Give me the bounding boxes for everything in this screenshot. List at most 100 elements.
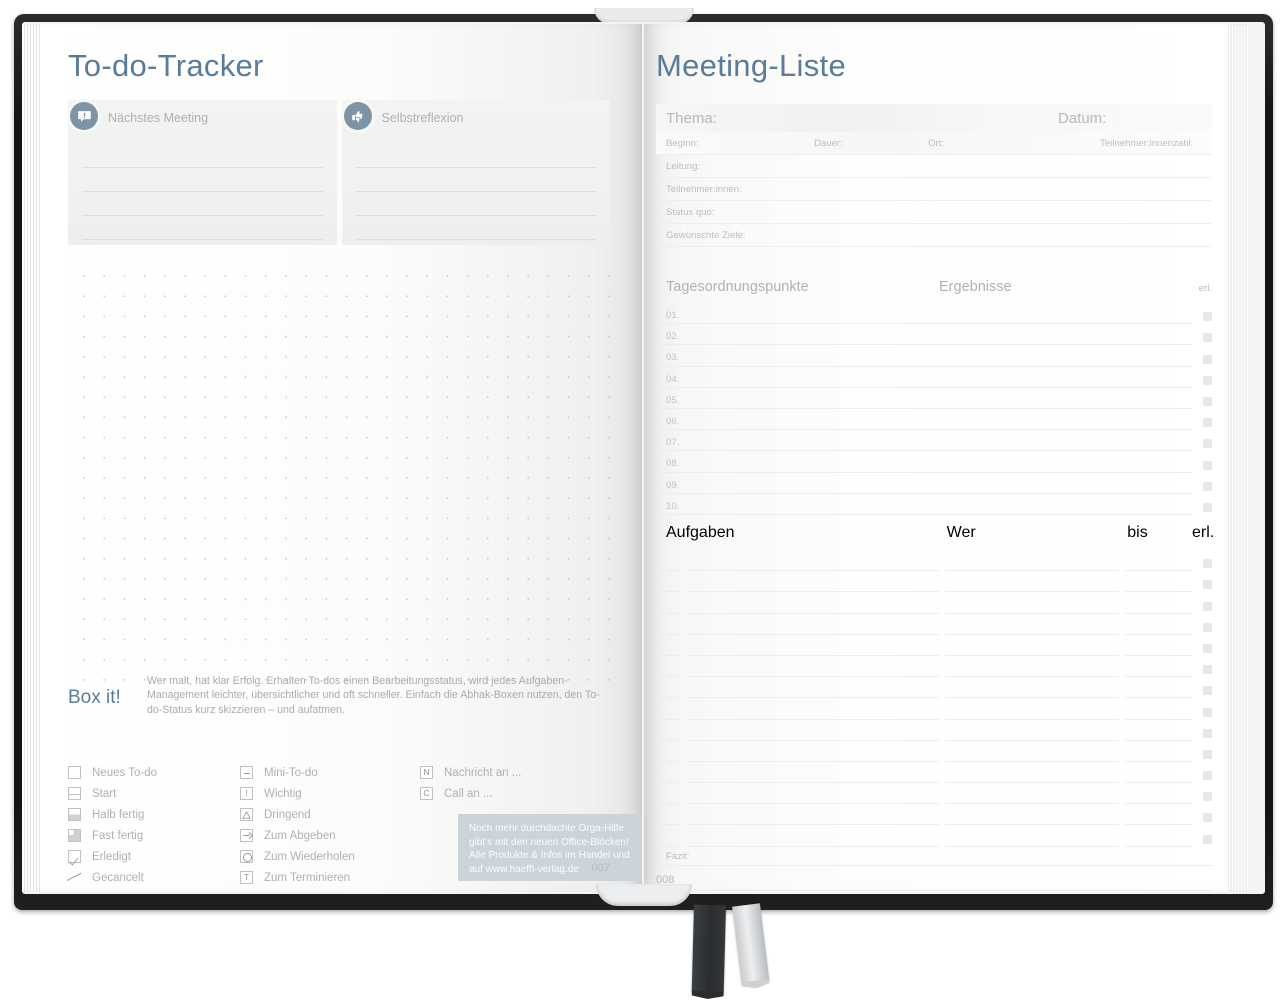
write-line[interactable] — [82, 216, 323, 240]
task-row-until[interactable] — [1124, 550, 1193, 572]
agenda-row[interactable]: 06. — [656, 409, 1212, 431]
bookmark-ribbon-dark[interactable] — [691, 904, 726, 994]
agenda-row-result[interactable] — [934, 388, 1192, 409]
task-row-until[interactable] — [1124, 656, 1193, 678]
task-row-until[interactable] — [1124, 741, 1193, 762]
note-box-self-reflection[interactable]: Selbstreflexion — [341, 100, 610, 245]
task-row-done-checkbox[interactable] — [1192, 592, 1212, 613]
meta-row-teilnehmer[interactable]: Teilnehmer:innen: — [656, 178, 1212, 201]
task-row-who[interactable] — [944, 698, 1119, 720]
agenda-row-result[interactable] — [934, 473, 1192, 494]
agenda-row-done-checkbox[interactable] — [1192, 451, 1212, 472]
task-row-done-checkbox[interactable] — [1192, 656, 1212, 677]
write-line[interactable] — [355, 144, 596, 168]
task-row[interactable] — [656, 571, 1212, 593]
task-row-task[interactable] — [687, 635, 939, 656]
task-row-until[interactable] — [1124, 804, 1193, 826]
write-line[interactable] — [82, 192, 323, 216]
task-row[interactable] — [656, 677, 1212, 699]
task-row-done-checkbox[interactable] — [1192, 762, 1212, 783]
task-row-done-checkbox[interactable] — [1192, 677, 1212, 698]
task-row-task[interactable] — [687, 804, 939, 826]
agenda-row-result[interactable] — [934, 451, 1192, 473]
agenda-row-result[interactable] — [934, 430, 1192, 452]
meta-row-thema-datum[interactable]: Thema: Datum: — [656, 104, 1212, 132]
task-row[interactable] — [656, 762, 1212, 784]
task-row[interactable] — [656, 741, 1212, 762]
task-row-until[interactable] — [1124, 592, 1193, 614]
agenda-row-done-checkbox[interactable] — [1192, 409, 1212, 430]
bookmark-ribbon-silver[interactable] — [732, 903, 770, 985]
meta-row-status-quo[interactable]: Status quo: — [656, 201, 1212, 224]
agenda-row-done-checkbox[interactable] — [1192, 473, 1212, 494]
task-row-who[interactable] — [944, 550, 1119, 572]
task-row-who[interactable] — [944, 741, 1119, 762]
task-row-who[interactable] — [944, 571, 1119, 593]
note-box-next-meeting[interactable]: Nächstes Meeting — [68, 100, 337, 245]
agenda-row-result[interactable] — [934, 324, 1192, 346]
task-row-task[interactable] — [687, 592, 939, 614]
task-row[interactable] — [656, 720, 1212, 741]
task-row-done-checkbox[interactable] — [1192, 635, 1212, 656]
task-row-done-checkbox[interactable] — [1192, 804, 1212, 825]
agenda-row[interactable]: 05. — [656, 388, 1212, 409]
task-row-until[interactable] — [1124, 635, 1193, 656]
task-row-who[interactable] — [944, 783, 1119, 805]
agenda-row-result[interactable] — [934, 345, 1192, 367]
fazit-section[interactable]: Fazit: — [656, 844, 1212, 891]
agenda-row-done-checkbox[interactable] — [1192, 303, 1212, 324]
write-line[interactable] — [355, 192, 596, 216]
task-row[interactable] — [656, 656, 1212, 678]
task-row[interactable] — [656, 783, 1212, 805]
agenda-row-result[interactable] — [934, 409, 1192, 431]
task-row[interactable] — [656, 698, 1212, 720]
task-row-until[interactable] — [1124, 614, 1193, 635]
task-row-until[interactable] — [1124, 677, 1193, 699]
task-row[interactable] — [656, 635, 1212, 656]
task-row-who[interactable] — [944, 720, 1119, 741]
task-row-done-checkbox[interactable] — [1192, 550, 1212, 571]
task-row[interactable] — [656, 592, 1212, 614]
agenda-row-done-checkbox[interactable] — [1192, 388, 1212, 409]
task-row-who[interactable] — [944, 656, 1119, 678]
meta-row-leitung[interactable]: Leitung: — [656, 155, 1212, 178]
agenda-row[interactable]: 07. — [656, 430, 1212, 452]
task-row-until[interactable] — [1124, 571, 1193, 593]
task-row-done-checkbox[interactable] — [1192, 614, 1212, 635]
task-row-until[interactable] — [1124, 698, 1193, 720]
agenda-row-result[interactable] — [934, 303, 1192, 325]
task-row-task[interactable] — [687, 614, 939, 635]
task-row-done-checkbox[interactable] — [1192, 698, 1212, 719]
meta-row-ziele[interactable]: Gewünschte Ziele: — [656, 224, 1212, 247]
task-row-task[interactable] — [687, 783, 939, 805]
write-line[interactable] — [82, 144, 323, 168]
write-line[interactable] — [355, 168, 596, 192]
agenda-row-done-checkbox[interactable] — [1192, 345, 1212, 366]
task-row-task[interactable] — [687, 741, 939, 762]
agenda-row[interactable]: 03. — [656, 345, 1212, 367]
task-row-who[interactable] — [944, 614, 1119, 635]
task-row-task[interactable] — [687, 720, 939, 741]
agenda-row-done-checkbox[interactable] — [1192, 367, 1212, 388]
task-row-task[interactable] — [687, 656, 939, 678]
task-row-until[interactable] — [1124, 762, 1193, 784]
agenda-row[interactable]: 01. — [656, 303, 1212, 325]
task-row-until[interactable] — [1124, 783, 1193, 805]
agenda-row[interactable]: 02. — [656, 324, 1212, 346]
agenda-row-done-checkbox[interactable] — [1192, 430, 1212, 451]
write-line[interactable] — [355, 216, 596, 240]
meta-row-details[interactable]: Beginn: Dauer: Ort: Teilnehmer:innenzahl… — [656, 132, 1212, 155]
agenda-row-result[interactable] — [934, 367, 1192, 388]
task-row-who[interactable] — [944, 635, 1119, 656]
task-row-task[interactable] — [687, 571, 939, 593]
task-row-who[interactable] — [944, 762, 1119, 784]
agenda-row[interactable]: 10. — [656, 494, 1212, 515]
task-row-who[interactable] — [944, 804, 1119, 826]
task-row[interactable] — [656, 804, 1212, 826]
task-row-who[interactable] — [944, 592, 1119, 614]
task-row-task[interactable] — [687, 677, 939, 699]
task-row-done-checkbox[interactable] — [1192, 720, 1212, 741]
task-row[interactable] — [656, 550, 1212, 572]
dot-grid-writing-area[interactable] — [70, 262, 615, 682]
task-row-task[interactable] — [687, 698, 939, 720]
